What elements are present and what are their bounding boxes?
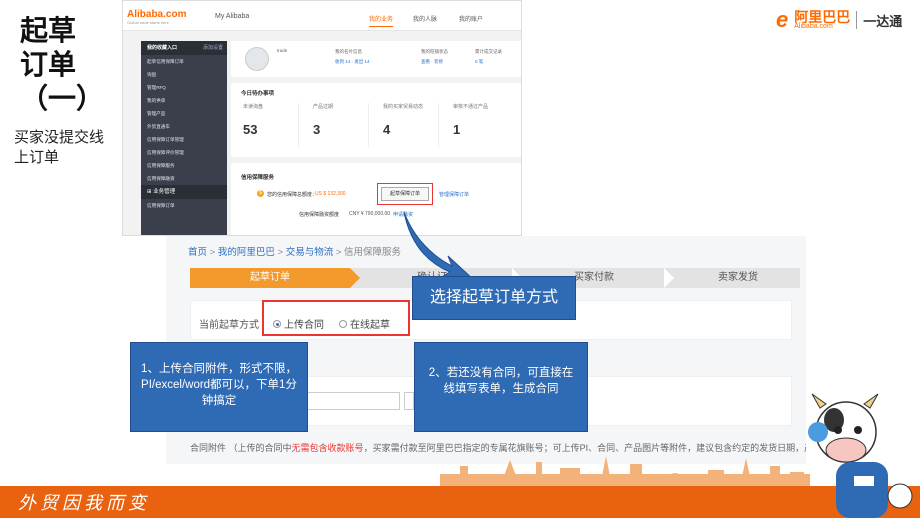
todo-title: 今日待办事项 [241,91,275,97]
mode-highlight-box [262,300,410,336]
step-chevron [664,268,674,288]
sidebar-item[interactable]: 外贸直通车 [141,120,227,133]
sidebar-item[interactable]: 信用保障订单管理 [141,133,227,146]
my-alibaba-label: My Alibaba [215,13,250,20]
profile-col-value[interactable]: 查看 · 装修 [421,59,443,65]
todo-item[interactable]: 产品过期 3 [301,103,369,147]
step-ship: 卖家发货 [718,272,758,283]
alibaba-e-icon: e [776,7,789,32]
sidebar-item[interactable]: 信用保障评价管理 [141,146,227,159]
profile-name: trade [277,48,288,53]
step-chevron [350,268,360,288]
sidebar-item[interactable]: 信用保障订单 [141,199,227,212]
sidebar-item[interactable]: 信用保障服务 [141,159,227,172]
profile-card: trade 我的名片信息 收到 14 · 发出 14 我的旺铺状态 查看 · 装… [231,41,521,77]
draft-order-button[interactable]: 起草保障订单 [381,187,429,201]
breadcrumb-home[interactable]: 首页 [188,247,207,258]
todo-item[interactable]: 我的买家贸易动态 4 [371,103,439,147]
slide-subtitle: 买家没提交线上订单 [14,129,105,166]
financing-value: CNY ¥ 790,000.00 [349,211,391,217]
profile-col-title: 我的旺铺状态 [421,49,448,54]
todo-item[interactable]: 未读询盘 53 [231,103,299,147]
profile-col-value[interactable]: 收到 14 · 发出 14 [335,59,370,65]
profile-col-value[interactable]: 0 笔 [475,59,483,65]
brand-product: 一达通 [863,13,903,29]
sidebar-section[interactable]: ⊞ 业务管理 [141,185,227,199]
attachment-label: 合同附件 [190,443,227,453]
avatar[interactable] [245,47,269,71]
brand-cn: 阿里巴巴 [794,8,851,25]
sidebar: 我的收藏入口 添加设置 起草信用保障订单 询盘 管理RFQ 我的供单 管理产品 外… [141,41,227,235]
dashboard-screenshot: Alibaba.com Global trade starts here My A… [122,0,522,236]
sidebar-item[interactable]: 我的供单 [141,94,227,107]
cow-mascot-icon [808,393,913,518]
nav-my-account[interactable]: 我的账户 [459,14,483,23]
sidebar-item[interactable]: 起草信用保障订单 [141,55,227,68]
service-title: 信用保障服务 [241,175,275,181]
profile-col-title: 累计成交记录 [475,49,502,54]
breadcrumb: 首页 > 我的阿里巴巴 > 交易与物流 > 信用保障服务 [188,247,402,258]
skyline-decoration [440,456,810,486]
shield-icon: $ [257,190,264,197]
financing-label: 信用保障融资额度 [299,212,340,218]
brand-logo: e 阿里巴巴 Alibaba.com 一达通 [776,7,903,32]
sidebar-item[interactable]: 信用保障融资 [141,172,227,185]
form-input[interactable] [404,392,414,410]
breadcrumb-trade[interactable]: 交易与物流 [286,247,334,258]
profile-col-title: 我的名片信息 [335,49,362,54]
sidebar-item[interactable]: 管理产品 [141,107,227,120]
todo-item[interactable]: 审核不通过产品 1 [441,103,509,147]
attachment-note: 合同附件 （上传的合同中无需包含收款账号，买家需付款至阿里巴巴指定的专属花旗账号… [190,443,806,453]
breadcrumb-current: 信用保障服务 [344,247,402,258]
slide-title: 起草订单（一） [20,15,105,114]
sidebar-item[interactable]: 询盘 [141,68,227,81]
step-draft: 起草订单 [190,268,350,288]
todo-card: 今日待办事项 未读询盘 53 产品过期 3 我的买家贸易动态 4 审核不通过产品 1 [231,83,521,157]
callout-online-draft: 2、若还没有合同，可直接在线填写表单，生成合同 [414,342,588,432]
nav-my-business[interactable]: 我的业务 [369,14,394,27]
manage-orders-link[interactable]: 管理保障订单 [439,191,469,198]
callout-upload-contract: 1、上传合同附件，形式不限，PI/excel/word都可以，下单1分钟搞定 [130,342,308,432]
brand-divider [856,11,858,29]
nav-my-network[interactable]: 我的人脉 [413,14,437,23]
top-bar: Alibaba.com Global trade starts here My A… [123,1,521,31]
limit-label: 您的信用保障总额度： [267,192,318,198]
limit-value: US $ 132,300 [315,191,346,197]
sidebar-header: 我的收藏入口 添加设置 [141,41,227,55]
alibaba-logo[interactable]: Alibaba.com Global trade starts here [127,9,186,25]
form-input[interactable] [306,392,400,410]
footer-slogan: 外贸因我而变 [18,493,150,514]
sidebar-item[interactable]: 管理RFQ [141,81,227,94]
breadcrumb-my-alibaba[interactable]: 我的阿里巴巴 [218,247,275,258]
callout-select-mode: 选择起草订单方式 [412,276,576,320]
draft-mode-label: 当前起草方式 [199,320,259,331]
attachment-warning: 无需包含收款账号 [291,443,364,453]
sidebar-settings-link[interactable]: 添加设置 [203,41,223,55]
